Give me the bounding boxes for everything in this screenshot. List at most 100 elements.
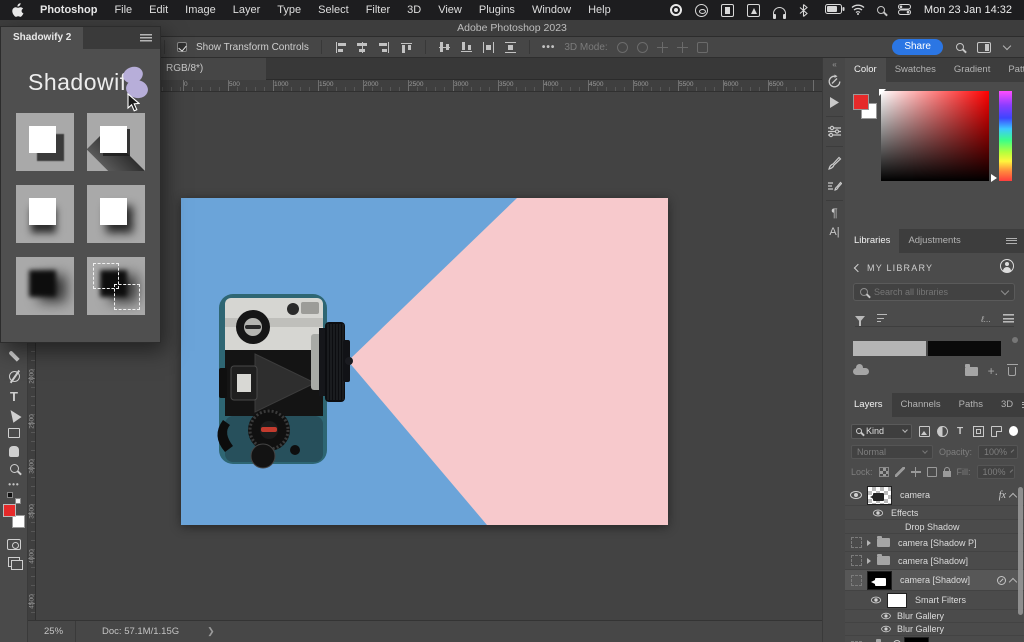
paragraph-panel-icon[interactable]: ¶ <box>823 206 846 220</box>
filter-pixel-layers-icon[interactable] <box>919 426 930 437</box>
menu-view[interactable]: View <box>438 4 462 16</box>
fill-dropdown[interactable]: 100% <box>977 465 1015 479</box>
brush-settings-panel-icon[interactable] <box>823 156 846 176</box>
quick-mask-button[interactable] <box>0 534 28 554</box>
layer-thumbnail[interactable] <box>867 571 892 590</box>
spotlight-search-icon[interactable] <box>877 6 885 14</box>
filter-kind-dropdown[interactable]: Kind <box>851 424 912 439</box>
filter-type-layers-icon[interactable]: T <box>955 426 966 437</box>
menu-file[interactable]: File <box>114 4 132 16</box>
tab-libraries[interactable]: Libraries <box>845 229 899 253</box>
effects-row[interactable]: Effects <box>845 506 1024 520</box>
tab-adjustments[interactable]: Adjustments <box>899 229 969 253</box>
menu-filter[interactable]: Filter <box>366 4 390 16</box>
rectangle-tool[interactable] <box>0 423 28 443</box>
account-icon[interactable] <box>1000 259 1014 273</box>
bluetooth-icon[interactable] <box>799 4 812 17</box>
apple-menu-icon[interactable] <box>12 3 24 17</box>
share-button[interactable]: Share <box>892 39 943 55</box>
visibility-eye-icon[interactable] <box>873 509 883 516</box>
effect-name[interactable]: Drop Shadow <box>905 522 960 532</box>
expand-group-icon[interactable] <box>867 540 871 546</box>
tab-color[interactable]: Color <box>845 58 886 82</box>
annotate-icon[interactable]: ℓ... <box>981 314 991 324</box>
menu-clock[interactable]: Mon 23 Jan 14:32 <box>924 4 1012 16</box>
filter-shape-layers-icon[interactable] <box>973 426 984 437</box>
collapse-panels-icon[interactable]: « <box>823 60 846 69</box>
layer-effects-fx-badge[interactable]: fx <box>999 490 1006 501</box>
layer-name[interactable]: camera [Shadow] <box>898 556 968 566</box>
layer-thumbnail[interactable] <box>904 637 929 642</box>
collapse-filters-icon[interactable] <box>1009 577 1017 585</box>
back-chevron-icon[interactable] <box>854 264 862 272</box>
shadowify-tab[interactable]: Shadowify 2 <box>1 27 83 49</box>
preset-soft-shadow[interactable] <box>16 185 74 243</box>
expand-group-icon[interactable] <box>867 558 871 564</box>
clone-source-panel-icon[interactable] <box>823 178 846 198</box>
hue-slider[interactable] <box>999 91 1012 181</box>
screen-record-icon[interactable] <box>670 4 682 16</box>
properties-panel-icon[interactable] <box>823 124 846 144</box>
tab-3d[interactable]: 3D <box>992 393 1022 417</box>
visibility-empty-icon[interactable] <box>851 555 862 566</box>
filter-row-blur-gallery[interactable]: Blur Gallery <box>845 623 1024 636</box>
menu-edit[interactable]: Edit <box>149 4 168 16</box>
lock-all-icon[interactable] <box>943 471 951 477</box>
opacity-dropdown[interactable]: 100% <box>978 445 1018 459</box>
headphones-icon[interactable] <box>773 7 786 16</box>
align-middle-icon[interactable] <box>438 41 451 54</box>
foreground-background-swatches[interactable] <box>0 502 28 530</box>
menu-type[interactable]: Type <box>277 4 301 16</box>
align-bottom-icon[interactable] <box>460 41 473 54</box>
zoom-level-field[interactable]: 25% <box>28 621 76 642</box>
status-options-chevron-icon[interactable]: ❯ <box>207 626 215 637</box>
tab-channels[interactable]: Channels <box>892 393 950 417</box>
menu-plugins[interactable]: Plugins <box>479 4 515 16</box>
distribute-vertical-icon[interactable] <box>504 41 517 54</box>
layer-group-row[interactable]: camera [Shadow P] <box>845 534 1024 552</box>
foreground-color-swatch[interactable] <box>853 94 869 110</box>
tab-layers[interactable]: Layers <box>845 393 892 417</box>
visibility-empty-icon[interactable] <box>851 537 862 548</box>
delete-icon[interactable] <box>1008 367 1016 376</box>
align-left-icon[interactable] <box>334 41 347 54</box>
search-scope-chevron-icon[interactable] <box>1001 286 1009 294</box>
menu-window[interactable]: Window <box>532 4 571 16</box>
path-selection-tool[interactable] <box>0 405 28 425</box>
visibility-eye-icon[interactable] <box>881 626 891 632</box>
filter-icon[interactable] <box>855 316 865 322</box>
drop-shadow-effect-row[interactable]: Drop Shadow <box>845 520 1024 534</box>
smart-filters-row[interactable]: Smart Filters <box>845 591 1024 610</box>
document-canvas[interactable] <box>181 198 668 525</box>
tab-patterns[interactable]: Patterns <box>999 58 1024 82</box>
tab-paths[interactable]: Paths <box>950 393 992 417</box>
library-name[interactable]: MY LIBRARY <box>867 263 933 273</box>
history-panel-icon[interactable] <box>823 74 846 94</box>
panel-menu-icon[interactable] <box>1006 238 1017 245</box>
eyedropper-tool[interactable] <box>0 346 28 366</box>
layer-thumbnail[interactable] <box>867 486 892 505</box>
panel-menu-icon[interactable] <box>140 34 152 42</box>
pen-tool[interactable] <box>0 366 28 386</box>
visibility-eye-icon[interactable] <box>881 613 891 619</box>
menu-select[interactable]: Select <box>318 4 349 16</box>
align-top-icon[interactable] <box>400 41 413 54</box>
library-search-box[interactable] <box>853 283 1015 301</box>
layer-name[interactable]: camera [Shadow P] <box>898 538 977 548</box>
new-group-icon[interactable] <box>965 367 978 376</box>
menu-app-name[interactable]: Photoshop <box>40 4 97 16</box>
align-center-horizontal-icon[interactable] <box>356 41 369 54</box>
smart-filters-label[interactable]: Smart Filters <box>915 595 966 605</box>
hue-slider-marker[interactable] <box>991 174 997 182</box>
layer-name[interactable]: camera <box>900 490 930 500</box>
lock-transparency-icon[interactable] <box>879 467 889 477</box>
align-right-icon[interactable] <box>378 41 391 54</box>
preset-long-shadow[interactable] <box>87 113 145 171</box>
filter-row-blur-gallery[interactable]: Blur Gallery <box>845 610 1024 623</box>
filter-adjustment-layers-icon[interactable] <box>937 426 947 437</box>
layer-name[interactable]: camera [Shadow] <box>900 575 970 585</box>
layer-group-row-clipped[interactable]: camera [Shadow] <box>845 636 1024 642</box>
tab-gradient[interactable]: Gradient <box>945 58 999 82</box>
preset-blurred-shadow[interactable] <box>87 185 145 243</box>
effects-label[interactable]: Effects <box>891 508 918 518</box>
